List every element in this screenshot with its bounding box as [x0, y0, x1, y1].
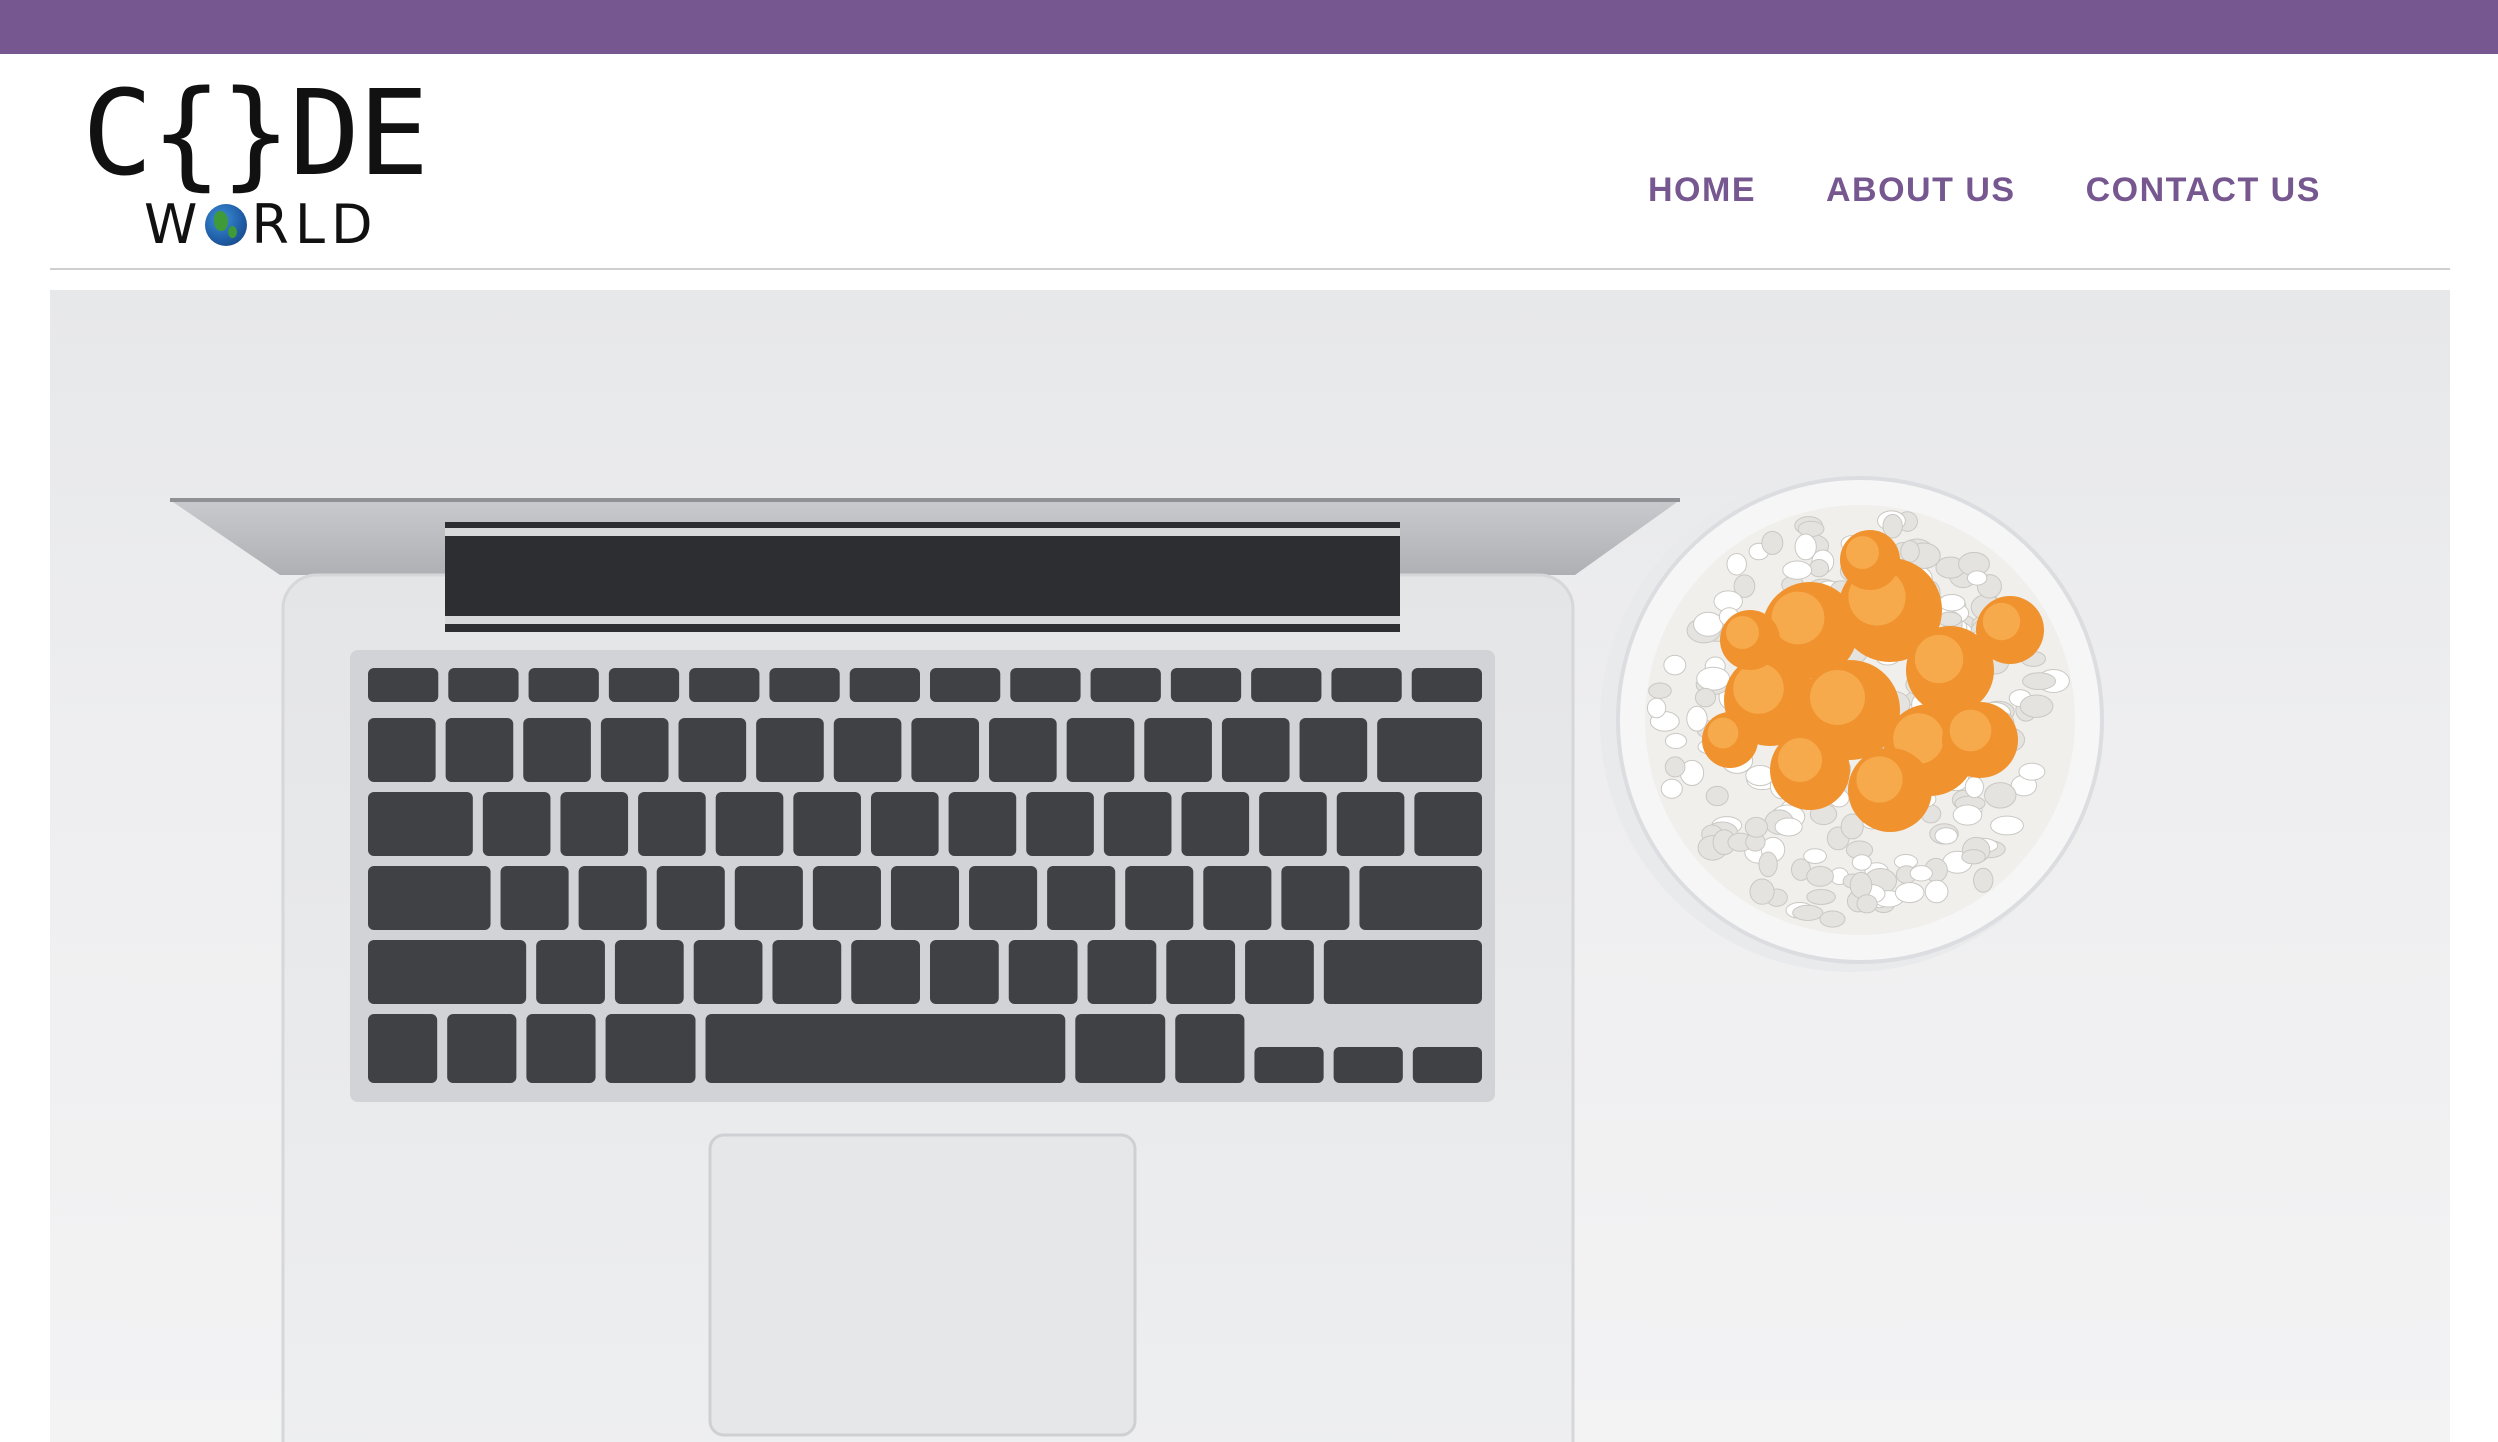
main-nav: HOME ABOUT US CONTACT US: [1648, 162, 2391, 218]
laptop-hinge: [445, 522, 1400, 632]
trackpad: [708, 1133, 1137, 1437]
top-accent-bar: [0, 0, 2498, 54]
nav-contact-us-link[interactable]: CONTACT US: [2086, 162, 2321, 218]
hero-image: [50, 290, 2450, 1442]
logo-code-text: C{}DE: [82, 64, 429, 202]
globe-icon: [205, 204, 248, 247]
hero-illustration: [170, 472, 2104, 1442]
header-divider: [50, 268, 2450, 270]
logo-world-text: W RLD: [144, 192, 379, 255]
site-logo[interactable]: C{}DE W RLD: [82, 74, 429, 255]
logo-world-w: W: [144, 193, 204, 257]
logo-world-rest: RLD: [251, 193, 379, 257]
nav-about-us-link[interactable]: ABOUT US: [1826, 162, 2016, 218]
nav-home-link[interactable]: HOME: [1648, 162, 1756, 218]
